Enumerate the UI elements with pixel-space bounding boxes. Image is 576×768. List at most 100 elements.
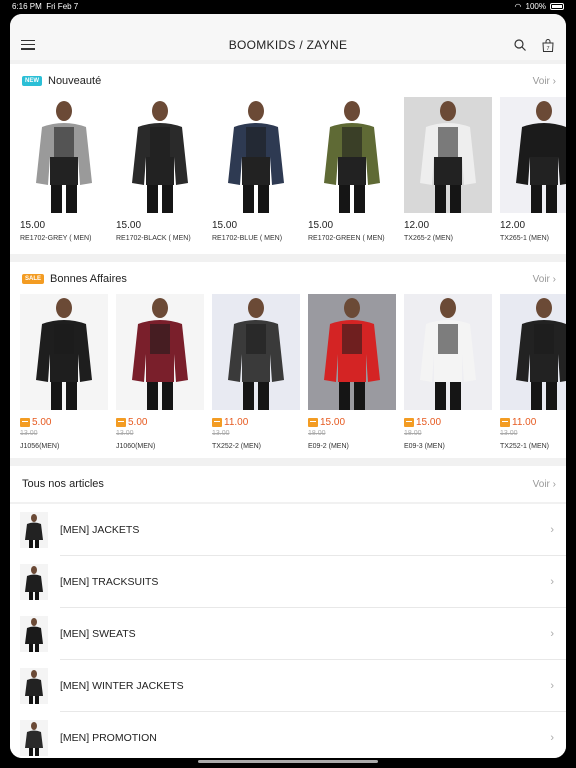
category-row[interactable]: [MEN] TRACKSUITS › bbox=[10, 556, 566, 608]
product-card[interactable]: 15.00 RE1702-BLACK ( MEN) bbox=[116, 97, 204, 242]
discount-icon bbox=[404, 418, 414, 427]
discount-icon bbox=[500, 418, 510, 427]
product-thumb[interactable] bbox=[404, 97, 492, 213]
product-thumb[interactable] bbox=[20, 294, 108, 410]
chevron-right-icon: › bbox=[550, 628, 554, 640]
product-card[interactable]: 5.00 13.00 J1060(MEN) bbox=[116, 294, 204, 450]
product-price: 15.00 bbox=[212, 220, 238, 231]
product-thumb[interactable] bbox=[308, 97, 396, 213]
product-thumb[interactable] bbox=[116, 294, 204, 410]
search-icon[interactable] bbox=[514, 39, 526, 51]
product-name: TX265-1 (MEN) bbox=[500, 235, 550, 242]
product-card[interactable]: 11.00 13.00 TX252-2 (MEN) bbox=[212, 294, 300, 450]
product-card[interactable]: 15.00 RE1702-BLUE ( MEN) bbox=[212, 97, 300, 242]
deals-header: SALE Bonnes Affaires bbox=[22, 273, 127, 285]
product-image bbox=[308, 97, 396, 213]
category-label: [MEN] TRACKSUITS bbox=[60, 576, 159, 588]
chevron-right-icon: › bbox=[550, 524, 554, 536]
category-thumb bbox=[20, 512, 48, 548]
product-image bbox=[404, 294, 492, 410]
page-title: BOOMKIDS / ZAYNE bbox=[228, 38, 348, 52]
category-list: [MEN] JACKETS › [MEN] TRACKSUITS › [MEN] SWE… bbox=[10, 504, 566, 758]
battery-icon bbox=[550, 3, 564, 10]
product-image bbox=[116, 97, 204, 213]
old-price: 18.00 bbox=[308, 430, 326, 437]
product-name: RE1702-GREY ( MEN) bbox=[20, 235, 92, 242]
all-articles-header: Tous nos articles bbox=[22, 478, 104, 490]
see-all-deals-link[interactable]: Voir › bbox=[533, 274, 556, 285]
product-name: RE1702-BLACK ( MEN) bbox=[116, 235, 191, 242]
category-thumb bbox=[20, 720, 48, 756]
cart-count: 7 bbox=[546, 46, 549, 52]
chevron-right-icon: › bbox=[550, 732, 554, 744]
product-card[interactable]: 15.00 18.00 E09-3 (MEN) bbox=[404, 294, 492, 450]
category-row[interactable]: [MEN] PROMOTION › bbox=[10, 712, 566, 758]
product-card[interactable]: 11.00 13.00 TX252-1 (MEN) bbox=[500, 294, 566, 450]
cart-icon[interactable]: 7 bbox=[542, 39, 554, 52]
product-image bbox=[212, 294, 300, 410]
product-thumb[interactable] bbox=[212, 294, 300, 410]
product-image bbox=[404, 97, 492, 213]
status-right: ◠ 100% bbox=[515, 2, 564, 11]
product-thumb[interactable] bbox=[308, 294, 396, 410]
category-row[interactable]: [MEN] SWEATS › bbox=[10, 608, 566, 660]
product-price: 15.00 bbox=[116, 220, 142, 231]
sale-price: 15.00 bbox=[308, 417, 396, 428]
product-name: TX265-2 (MEN) bbox=[404, 235, 454, 242]
category-label: [MEN] PROMOTION bbox=[60, 732, 157, 744]
discount-icon bbox=[212, 418, 222, 427]
product-image bbox=[308, 294, 396, 410]
product-price: 12.00 bbox=[500, 220, 526, 231]
product-image bbox=[500, 294, 566, 410]
product-name: E09-3 (MEN) bbox=[404, 443, 445, 450]
product-thumb[interactable] bbox=[404, 294, 492, 410]
all-articles-section: Tous nos articles Voir › bbox=[10, 466, 566, 502]
deals-section: SALE Bonnes Affaires Voir › 5.00 13.00 J10… bbox=[10, 262, 566, 458]
product-image bbox=[20, 294, 108, 410]
product-thumb[interactable] bbox=[500, 294, 566, 410]
category-row[interactable]: [MEN] JACKETS › bbox=[10, 504, 566, 556]
old-price: 13.00 bbox=[20, 430, 38, 437]
wifi-icon: ◠ bbox=[514, 2, 522, 11]
discount-icon bbox=[20, 418, 30, 427]
old-price: 13.00 bbox=[500, 430, 518, 437]
chevron-right-icon: › bbox=[550, 576, 554, 588]
sale-price: 11.00 bbox=[212, 417, 300, 428]
new-arrivals-section: NEW Nouveauté Voir › 15.00 RE1702-GREY ( … bbox=[10, 64, 566, 254]
category-thumb bbox=[20, 616, 48, 652]
product-card[interactable]: 12.00 TX265-1 (MEN) bbox=[500, 97, 566, 242]
see-all-new-link[interactable]: Voir › bbox=[533, 76, 556, 87]
product-thumb[interactable] bbox=[116, 97, 204, 213]
sale-products-row: 5.00 13.00 J1056(MEN) 5.00 13.00 J1060(MEN) 11… bbox=[20, 294, 566, 450]
old-price: 18.00 bbox=[404, 430, 422, 437]
see-all-articles-link[interactable]: Voir › bbox=[533, 479, 556, 490]
battery-percent: 100% bbox=[525, 2, 546, 11]
category-label: [MEN] JACKETS bbox=[60, 524, 140, 536]
product-thumb[interactable] bbox=[500, 97, 566, 213]
product-price: 12.00 bbox=[404, 220, 430, 231]
product-image bbox=[20, 97, 108, 213]
section-title: Tous nos articles bbox=[22, 478, 104, 490]
product-card[interactable]: 5.00 13.00 J1056(MEN) bbox=[20, 294, 108, 450]
product-thumb[interactable] bbox=[212, 97, 300, 213]
sale-price: 15.00 bbox=[404, 417, 492, 428]
product-name: TX252-1 (MEN) bbox=[500, 443, 550, 450]
product-card[interactable]: 15.00 18.00 E09-2 (MEN) bbox=[308, 294, 396, 450]
product-price: 15.00 bbox=[308, 220, 334, 231]
sale-price: 5.00 bbox=[20, 417, 108, 428]
sale-badge: SALE bbox=[22, 274, 45, 284]
category-row[interactable]: [MEN] WINTER JACKETS › bbox=[10, 660, 566, 712]
product-name: TX252-2 (MEN) bbox=[212, 443, 262, 450]
new-products-row: 15.00 RE1702-GREY ( MEN) 15.00 RE1702-BLACK… bbox=[20, 97, 566, 242]
new-badge: NEW bbox=[22, 76, 42, 86]
product-name: J1060(MEN) bbox=[116, 443, 156, 450]
product-card[interactable]: 12.00 TX265-2 (MEN) bbox=[404, 97, 492, 242]
product-thumb[interactable] bbox=[20, 97, 108, 213]
sale-price: 5.00 bbox=[116, 417, 204, 428]
product-card[interactable]: 15.00 RE1702-GREEN ( MEN) bbox=[308, 97, 396, 242]
section-title: Bonnes Affaires bbox=[50, 273, 127, 285]
home-indicator[interactable] bbox=[198, 760, 378, 763]
product-card[interactable]: 15.00 RE1702-GREY ( MEN) bbox=[20, 97, 108, 242]
chevron-right-icon: › bbox=[550, 680, 554, 692]
category-thumb bbox=[20, 668, 48, 704]
